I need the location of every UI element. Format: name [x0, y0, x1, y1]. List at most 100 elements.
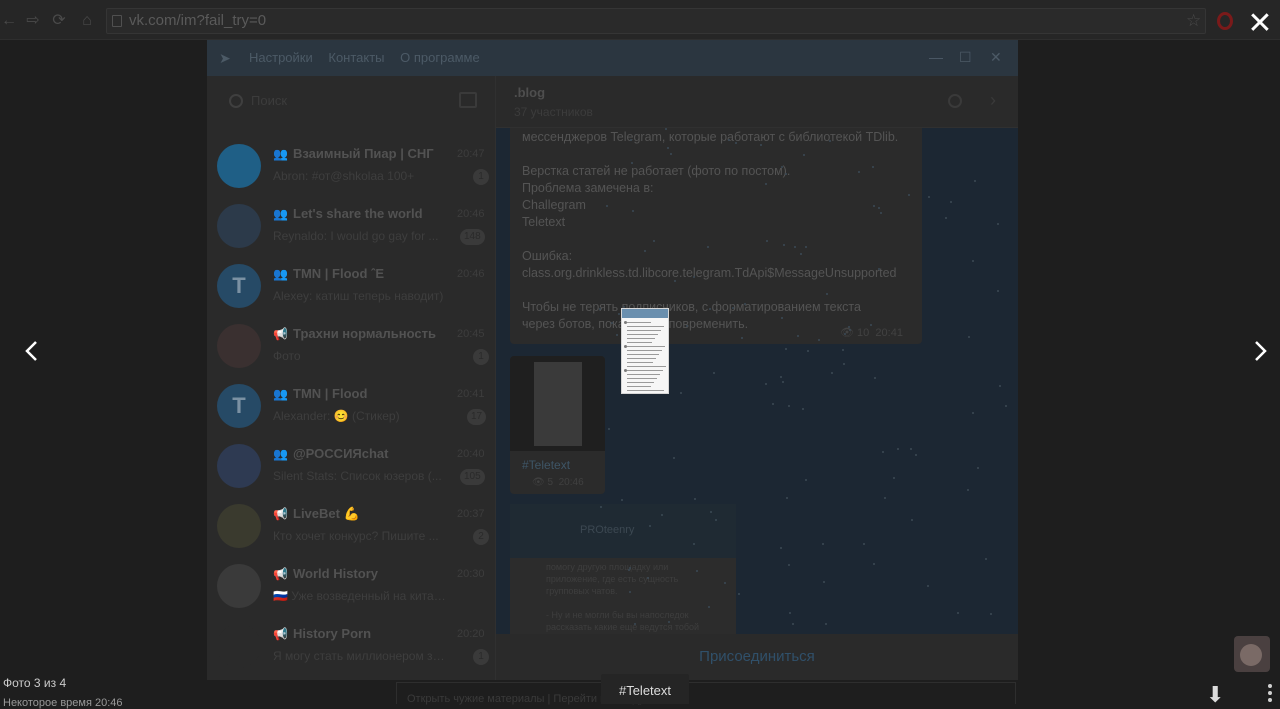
- chat-time: 20:46: [457, 268, 485, 280]
- chat-preview: Alexander: 😊 (Стикер): [273, 409, 400, 423]
- message-meta: 👁 10 20:41: [840, 327, 903, 339]
- viewer-close-icon[interactable]: ✕: [1246, 9, 1274, 39]
- forward-icon[interactable]: ⇨: [24, 12, 42, 30]
- chat-list-item[interactable]: 📢 World History 20:30 🇷🇺 Уже возведенный на…: [207, 556, 496, 616]
- download-icon[interactable]: ⬇: [1206, 682, 1224, 708]
- chat-time: 20:45: [457, 328, 485, 340]
- chat-list-item[interactable]: 👥 Let's share the world 20:46 Reynaldo: I w…: [207, 196, 496, 256]
- previous-photo-icon[interactable]: [20, 334, 44, 368]
- next-photo-icon[interactable]: [1248, 334, 1272, 368]
- telegram-logo-icon: ➤: [219, 50, 231, 66]
- reload-icon[interactable]: ⟳: [50, 12, 68, 30]
- chat-list-item[interactable]: 👥 Взаимный Пиар | СНГ 20:47 Abron: #от@shko…: [207, 136, 496, 196]
- chat-menu-icon[interactable]: ›: [990, 90, 996, 111]
- wallpaper-star: [824, 622, 827, 625]
- wallpaper-star: [966, 488, 969, 491]
- chat-avatar-letter: [217, 204, 261, 248]
- wallpaper-star: [785, 347, 788, 350]
- wallpaper-star: [787, 404, 790, 407]
- photo-date: Некоторое время 20:46: [3, 697, 123, 709]
- chat-avatar: [217, 144, 261, 188]
- menu-settings[interactable]: Настройки: [249, 50, 313, 65]
- minimize-icon[interactable]: —: [929, 49, 943, 65]
- chat-list-sidebar: Поиск 👥 Взаимный Пиар | СНГ 20:47 Abron: #о…: [207, 76, 496, 680]
- chat-list-item[interactable]: 📢 History Porn 20:20 Я могу стать миллионер…: [207, 616, 496, 676]
- wallpaper-star: [801, 408, 804, 411]
- home-icon[interactable]: ⌂: [78, 12, 96, 30]
- chat-list-item[interactable]: T 👥 TMN | Flood ˆЕ 20:46 Alexey: катиш тепер…: [207, 256, 496, 316]
- photo-message[interactable]: #Teletext 👁 5 20:46: [510, 356, 605, 494]
- screenshot-header: PROteenry: [510, 504, 736, 558]
- wallpaper-star: [950, 200, 953, 203]
- message-line: class.org.drinkless.td.libcore.telegram.…: [522, 266, 897, 280]
- chat-list-item[interactable]: 📢 LiveBet 💪 20:37 Кто хочет конкурс? Пишите…: [207, 496, 496, 556]
- chat-preview: Abron: #от@shkolaa 100+: [273, 169, 415, 183]
- wallpaper-star: [670, 153, 672, 156]
- menu-about[interactable]: О программе: [400, 50, 480, 65]
- channel-icon: 📢: [273, 627, 288, 641]
- group-icon: 👥: [273, 207, 288, 221]
- wallpaper-star: [822, 581, 825, 584]
- wallpaper-star: [911, 519, 914, 522]
- chat-list-item[interactable]: T 👥 TMN | Flood 20:41 Alexander: 😊 (Стикер) 1…: [207, 376, 496, 436]
- chat-list-item[interactable]: 👥 @РОССИЯchat 20:40 Silent Stats: Список юз…: [207, 436, 496, 496]
- join-button[interactable]: Присоединиться: [496, 634, 1018, 680]
- chat-members: 37 участников: [514, 105, 593, 119]
- photo-caption[interactable]: #Teletext: [601, 674, 689, 704]
- wallpaper-star: [847, 325, 850, 328]
- opera-icon[interactable]: [1217, 12, 1233, 30]
- chat-avatar-letter: [217, 624, 261, 668]
- more-options-icon[interactable]: [1268, 684, 1274, 704]
- wallpaper-star: [1004, 405, 1007, 408]
- wallpaper-star: [914, 454, 917, 457]
- message-line: мессенджеров Telegram, которые работают …: [522, 130, 899, 144]
- vk-bottom-bar: Открыть чужие материалы | Перейти в бесе…: [396, 682, 1016, 705]
- telegram-menu: Настройки Контакты О программе: [249, 50, 492, 65]
- photo-text-row: [627, 374, 660, 375]
- photo-thumbnail-page: [534, 362, 582, 446]
- wallpaper-star: [666, 146, 669, 149]
- photo-text-row: [627, 322, 651, 323]
- window-close-icon[interactable]: ✕: [990, 49, 1002, 66]
- chat-search: Поиск: [207, 76, 496, 128]
- chat-avatar-letter: T: [232, 273, 246, 298]
- unread-badge: 1: [473, 649, 489, 665]
- screenshot-line: рассказать какие еще ведутся тобой: [546, 622, 700, 632]
- viewer-photo[interactable]: [621, 308, 669, 394]
- chat-list-item[interactable]: 📢 Трахни нормальность 20:45 Фото 1: [207, 316, 496, 376]
- wallpaper-star: [926, 585, 929, 588]
- chat-time: 20:30: [457, 568, 485, 580]
- back-icon[interactable]: ←: [0, 12, 18, 30]
- screenshot-preview[interactable]: PROteenry помогу другую площадку или прил…: [510, 504, 736, 634]
- user-avatar[interactable]: [1234, 636, 1270, 672]
- channel-icon: 📢: [273, 507, 288, 521]
- compose-icon[interactable]: [459, 92, 477, 108]
- chat-avatar-letter: [217, 504, 261, 548]
- photo-thumbnail[interactable]: [510, 356, 605, 451]
- wallpaper-star: [692, 276, 695, 279]
- chat-preview: Alexey: катиш теперь наводит): [273, 289, 444, 303]
- address-bar[interactable]: vk.com/im?fail_try=0: [106, 8, 1206, 34]
- wallpaper-star: [805, 479, 807, 482]
- wallpaper-star: [764, 382, 767, 385]
- browser-toolbar: ← ⇨ ⟳ ⌂ vk.com/im?fail_try=0 ☆: [0, 0, 1280, 40]
- chat-name: World History: [293, 566, 378, 581]
- bookmark-star-icon[interactable]: ☆: [1186, 11, 1201, 31]
- search-input[interactable]: Поиск: [251, 93, 287, 108]
- wallpaper-star: [908, 193, 911, 196]
- wallpaper-star: [793, 246, 796, 249]
- user-avatar-face: [1240, 644, 1262, 666]
- chat-avatar: T: [217, 384, 261, 428]
- screenshot-title: PROteenry: [580, 524, 635, 536]
- wallpaper-star: [873, 562, 876, 565]
- chat-title[interactable]: .blog: [514, 85, 545, 100]
- maximize-icon[interactable]: ☐: [959, 49, 972, 66]
- chat-search-icon[interactable]: [948, 94, 962, 108]
- wallpaper-star: [743, 303, 746, 306]
- wallpaper-star: [731, 306, 734, 309]
- photo-text-row: [627, 354, 659, 355]
- photo-hashtag[interactable]: #Teletext: [522, 458, 570, 472]
- menu-contacts[interactable]: Контакты: [328, 50, 384, 65]
- chat-avatar: [217, 624, 261, 668]
- wallpaper-star: [985, 558, 988, 561]
